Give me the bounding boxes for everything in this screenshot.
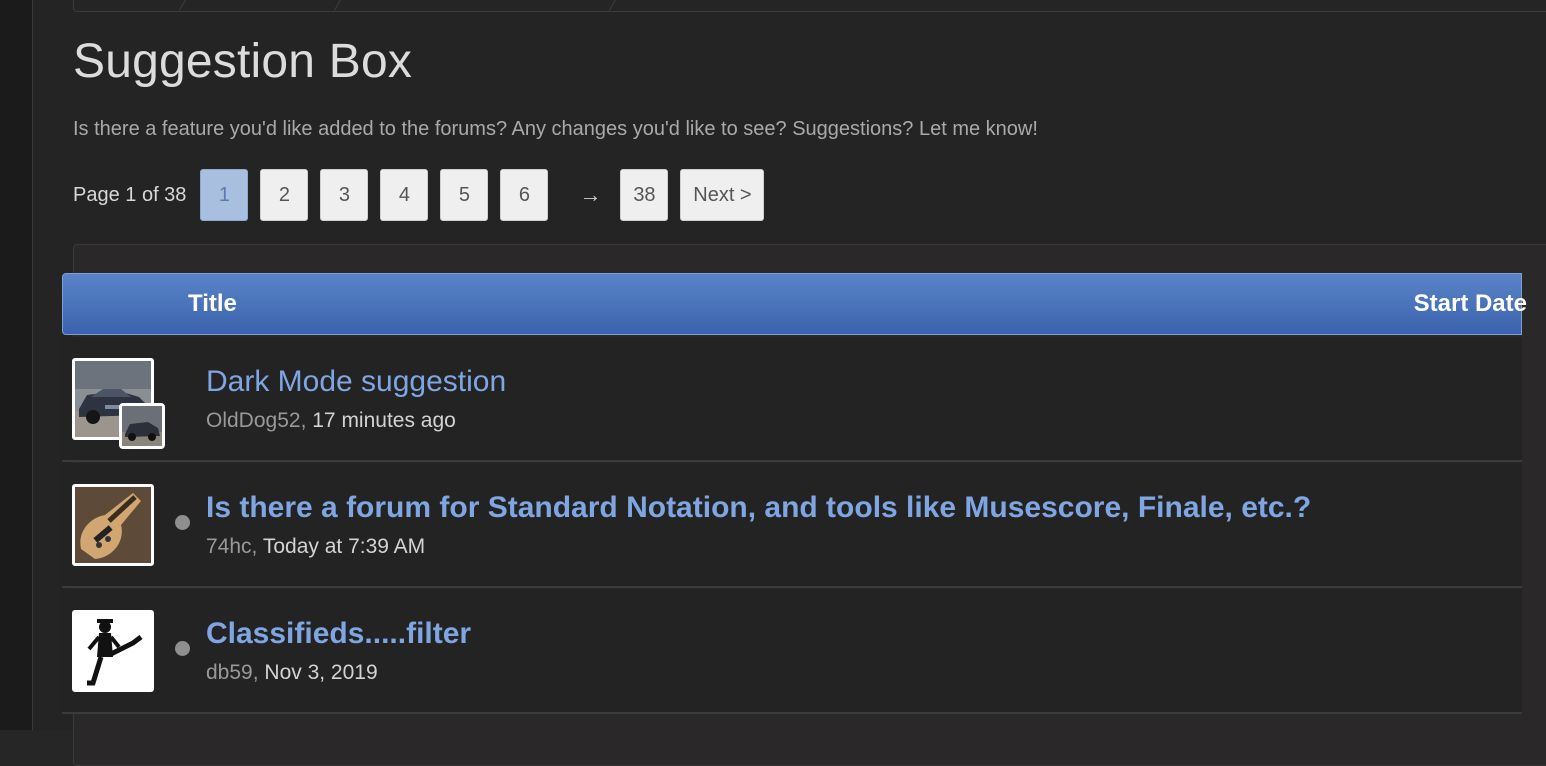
breadcrumb (73, 0, 1546, 12)
table-row: Is there a forum for Standard Notation, … (62, 463, 1522, 588)
page-jump-arrow-icon[interactable]: → (560, 182, 620, 208)
silly-walk-avatar[interactable] (72, 610, 154, 692)
forum-description: Is there a feature you'd like added to t… (73, 118, 1038, 140)
table-row: Classifieds.....filter db59, Nov 3, 2019 (62, 589, 1522, 714)
page-button-5[interactable]: 5 (440, 169, 489, 221)
unread-status-dot (175, 641, 190, 656)
page-button-last[interactable]: 38 (620, 169, 669, 221)
unread-status-dot (175, 515, 190, 530)
table-row: Dark Mode suggestion OldDog52, 17 minute… (62, 337, 1522, 462)
meta-separator: , (252, 661, 259, 684)
page-button-3[interactable]: 3 (320, 169, 369, 221)
thread-author-link[interactable]: OldDog52 (206, 409, 301, 432)
thread-author-link[interactable]: db59 (206, 661, 253, 684)
breadcrumb-separator (170, 0, 187, 11)
page-button-2[interactable]: 2 (260, 169, 309, 221)
page-info: Page 1 of 38 (73, 183, 187, 206)
meta-separator: , (300, 409, 307, 432)
page-button-1[interactable]: 1 (200, 169, 249, 221)
car-photo-avatar-secondary[interactable] (119, 403, 165, 449)
thread-list-header: Title Start Date (62, 273, 1527, 335)
thread-meta: OldDog52, 17 minutes ago (206, 409, 456, 433)
meta-separator: , (251, 535, 258, 558)
left-sidebar-rail (0, 0, 33, 730)
thread-title-link[interactable]: Is there a forum for Standard Notation, … (206, 491, 1311, 525)
thread-start-date[interactable]: Today at 7:39 AM (263, 535, 425, 558)
thread-meta: db59, Nov 3, 2019 (206, 661, 378, 685)
breadcrumb-separator (600, 0, 617, 11)
thread-start-date[interactable]: 17 minutes ago (312, 409, 456, 432)
thread-author-link[interactable]: 74hc (206, 535, 252, 558)
page-title: Suggestion Box (73, 35, 413, 88)
bass-guitar-avatar[interactable] (72, 484, 154, 566)
thread-start-date[interactable]: Nov 3, 2019 (264, 661, 377, 684)
column-header-title[interactable]: Title (188, 290, 237, 318)
breadcrumb-separator (325, 0, 342, 11)
pagination: Page 1 of 38 1 2 3 4 5 6 → 38 Next > (73, 169, 765, 221)
next-page-button[interactable]: Next > (680, 169, 765, 221)
page-button-6[interactable]: 6 (500, 169, 549, 221)
page-button-4[interactable]: 4 (380, 169, 429, 221)
thread-title-link[interactable]: Classifieds.....filter (206, 617, 471, 651)
column-header-start-date[interactable]: Start Date (1414, 290, 1527, 318)
thread-title-link[interactable]: Dark Mode suggestion (206, 365, 506, 399)
thread-meta: 74hc, Today at 7:39 AM (206, 535, 425, 559)
